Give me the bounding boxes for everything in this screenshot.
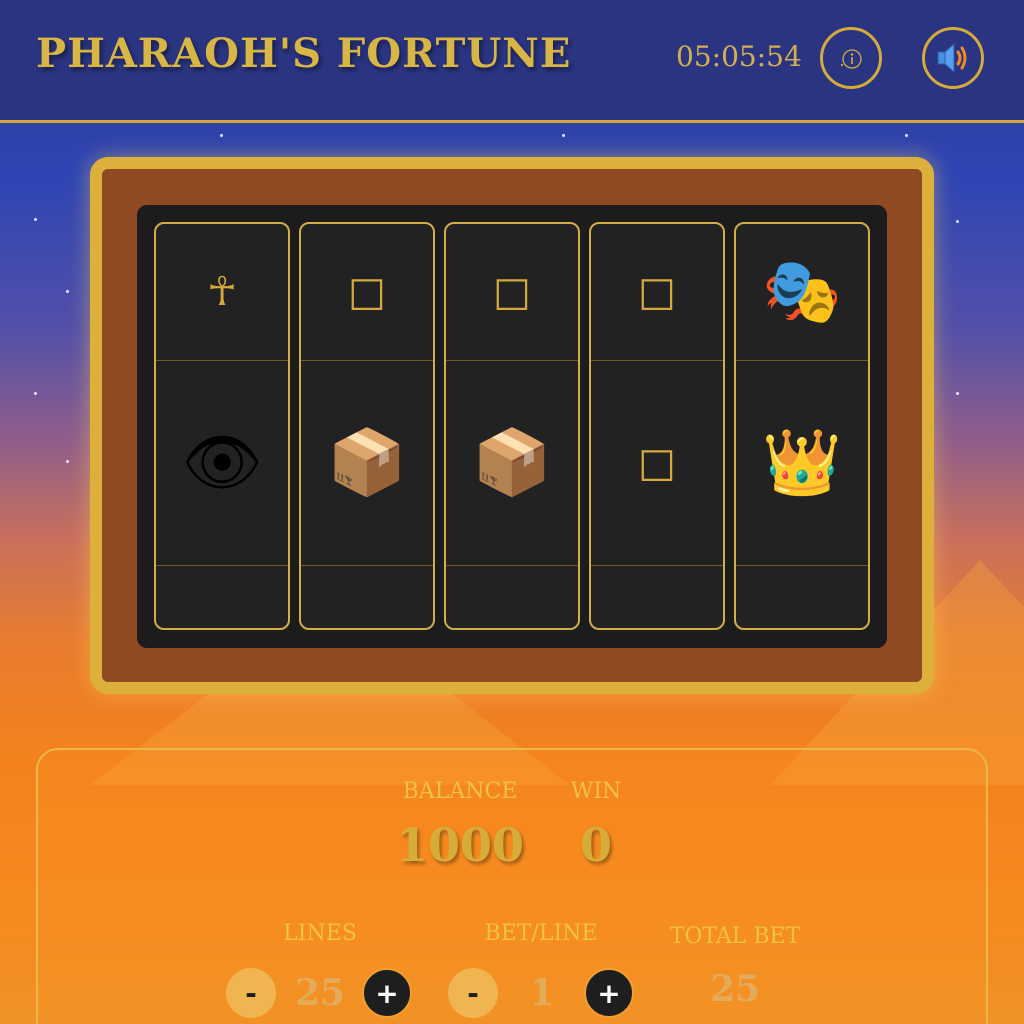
ankh-icon: ☥	[207, 269, 237, 315]
reel-cell: 🎭	[736, 224, 868, 361]
package-icon: 📦	[327, 426, 407, 500]
reel-3: □ 📦	[444, 222, 580, 630]
reel-cell	[301, 566, 433, 628]
star-decoration	[905, 134, 908, 137]
crown-icon: 👑	[762, 426, 842, 500]
total-bet-value: 25	[709, 968, 761, 1010]
reel-cell	[591, 566, 723, 628]
top-bar: PHARAOH'S FORTUNE 05:05:54	[0, 0, 1024, 123]
total-bet-label: TOTAL BET	[669, 924, 801, 949]
balance-label: BALANCE	[402, 779, 518, 804]
reel-2: □ 📦	[299, 222, 435, 630]
bet-per-line-value: 1	[529, 972, 555, 1014]
win-label: WIN	[570, 779, 622, 804]
star-decoration	[34, 392, 37, 395]
reel-cell	[156, 566, 288, 628]
bet-per-line-increase-button[interactable]: +	[584, 968, 634, 1018]
lines-increase-button[interactable]: +	[362, 968, 412, 1018]
reel-1: ☥ 👁	[154, 222, 290, 630]
reel-cell: 📦	[301, 361, 433, 566]
info-button[interactable]	[820, 27, 882, 89]
balance-value: 1000	[395, 818, 525, 872]
win-value: 0	[579, 818, 612, 872]
missing-glyph-icon: □	[493, 269, 531, 315]
bet-per-line-label: BET/LINE	[484, 921, 598, 946]
missing-glyph-icon: □	[638, 440, 676, 486]
missing-glyph-icon: □	[638, 269, 676, 315]
reel-cell: 👁	[156, 361, 288, 566]
reel-cell	[736, 566, 868, 628]
theater-masks-icon: 🎭	[762, 255, 842, 329]
reel-4: □ □	[589, 222, 725, 630]
lines-decrease-button[interactable]: -	[226, 968, 276, 1018]
reel-cell: ☥	[156, 224, 288, 361]
game-title: PHARAOH'S FORTUNE	[36, 30, 572, 77]
reel-5: 🎭 👑	[734, 222, 870, 630]
speaker-volume-icon	[937, 42, 967, 74]
star-decoration	[220, 134, 223, 137]
sound-button[interactable]	[922, 27, 984, 89]
reel-cell: □	[301, 224, 433, 361]
reel-cell: □	[591, 224, 723, 361]
star-decoration	[34, 218, 37, 221]
star-decoration	[562, 134, 565, 137]
reel-cell: □	[591, 361, 723, 566]
lines-label: LINES	[283, 921, 357, 946]
star-decoration	[66, 460, 69, 463]
lines-value: 25	[294, 972, 346, 1014]
reel-cell	[446, 566, 578, 628]
reel-cell: 📦	[446, 361, 578, 566]
star-decoration	[956, 220, 959, 223]
reel-cell: □	[446, 224, 578, 361]
clock: 05:05:54	[676, 40, 802, 73]
reels-panel: ☥ 👁 □ 📦 □ 📦 □ □ 🎭 👑	[137, 205, 887, 648]
eye-icon: 👁	[181, 426, 263, 500]
star-decoration	[956, 392, 959, 395]
package-icon: 📦	[472, 426, 552, 500]
reel-cell: 👑	[736, 361, 868, 566]
missing-glyph-icon: □	[348, 269, 386, 315]
star-decoration	[66, 290, 69, 293]
slot-machine-frame: ☥ 👁 □ 📦 □ 📦 □ □ 🎭 👑	[90, 157, 934, 694]
bet-per-line-decrease-button[interactable]: -	[448, 968, 498, 1018]
info-icon	[840, 49, 862, 69]
